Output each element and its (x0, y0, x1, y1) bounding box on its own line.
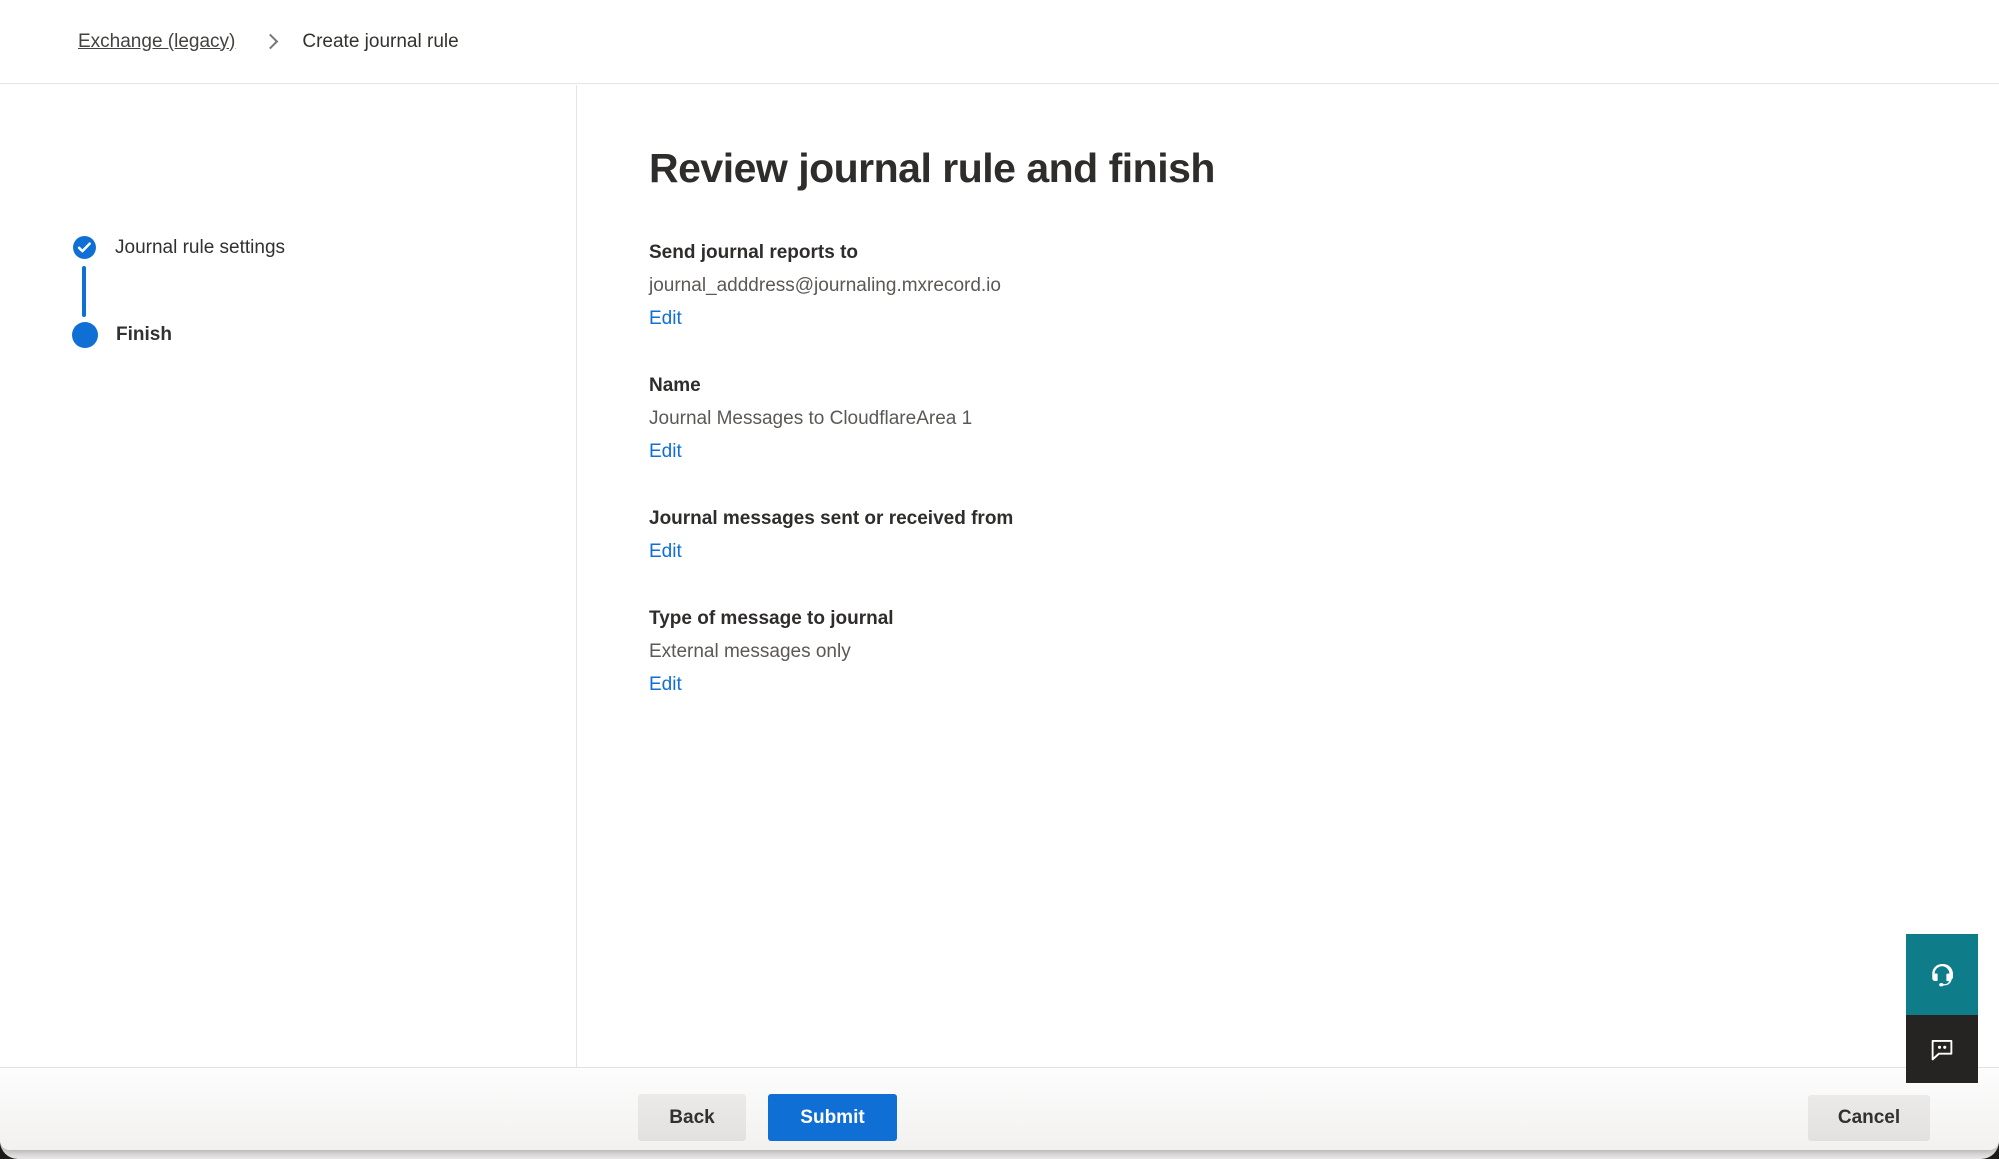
message-type-value: External messages only (649, 635, 1849, 668)
edit-send-journal-reports-link[interactable]: Edit (649, 302, 682, 335)
step-journal-rule-settings[interactable]: Journal rule settings (72, 235, 285, 260)
app-window: Exchange (legacy) Create journal rule Jo… (0, 0, 1999, 1159)
step-finish[interactable]: Finish (72, 322, 172, 348)
section-journal-messages-scope: Journal messages sent or received from E… (649, 502, 1849, 568)
rule-name-value: Journal Messages to CloudflareArea 1 (649, 402, 1849, 435)
edit-journal-messages-scope-link[interactable]: Edit (649, 535, 682, 568)
breadcrumb-exchange-legacy-link[interactable]: Exchange (legacy) (78, 31, 235, 53)
section-name: Name Journal Messages to CloudflareArea … (649, 369, 1849, 468)
back-button[interactable]: Back (638, 1094, 746, 1141)
step-completed-check-icon (72, 235, 97, 260)
submit-button[interactable]: Submit (768, 1094, 897, 1141)
journal-report-address-value: journal_adddress@journaling.mxrecord.io (649, 269, 1849, 302)
step-label: Finish (116, 324, 172, 346)
wizard-steps-panel: Journal rule settings Finish (0, 85, 577, 1067)
feedback-icon (1927, 1034, 1957, 1064)
help-button[interactable] (1906, 934, 1978, 1015)
create-journal-rule-dialog: Exchange (legacy) Create journal rule Jo… (0, 0, 1999, 1150)
section-title: Type of message to journal (649, 602, 1849, 635)
step-connector-line (82, 266, 86, 317)
cancel-button[interactable]: Cancel (1808, 1095, 1930, 1141)
breadcrumb-current-page: Create journal rule (302, 31, 458, 53)
footer-action-bar: Back Submit Cancel (0, 1067, 1999, 1150)
section-send-journal-reports-to: Send journal reports to journal_adddress… (649, 236, 1849, 335)
section-title: Name (649, 369, 1849, 402)
chevron-right-icon (263, 34, 279, 50)
section-title: Journal messages sent or received from (649, 502, 1849, 535)
edit-name-link[interactable]: Edit (649, 435, 682, 468)
section-message-type: Type of message to journal External mess… (649, 602, 1849, 701)
step-current-dot-icon (72, 322, 98, 348)
review-content: Review journal rule and finish Send jour… (649, 142, 1849, 701)
headset-icon (1927, 960, 1957, 990)
section-title: Send journal reports to (649, 236, 1849, 269)
feedback-button[interactable] (1906, 1015, 1978, 1083)
edit-message-type-link[interactable]: Edit (649, 668, 682, 701)
breadcrumb: Exchange (legacy) Create journal rule (0, 0, 1999, 84)
page-title: Review journal rule and finish (649, 142, 1849, 194)
step-label: Journal rule settings (115, 237, 285, 259)
